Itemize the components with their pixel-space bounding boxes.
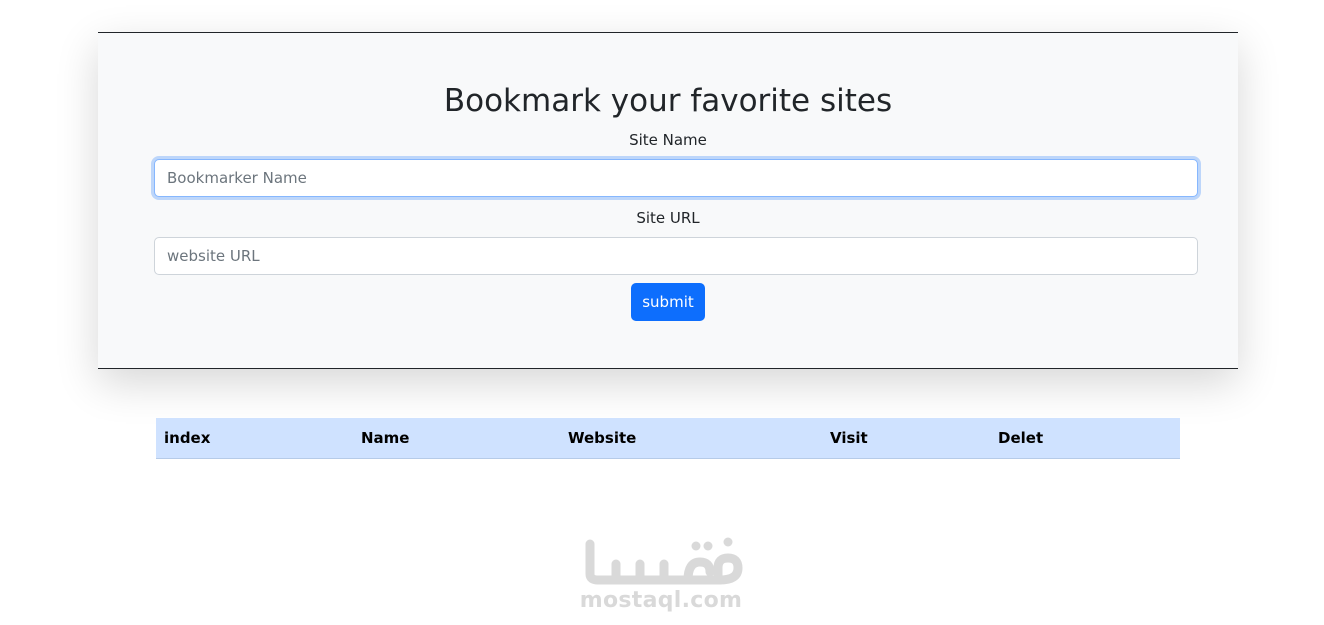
site-name-input[interactable] <box>154 159 1198 197</box>
site-url-input[interactable] <box>154 237 1198 275</box>
column-header-website: Website <box>560 418 822 459</box>
column-header-name: Name <box>353 418 560 459</box>
page-title: Bookmark your favorite sites <box>443 83 893 119</box>
table-header: index Name Website Visit Delet <box>156 418 1180 459</box>
column-header-visit: Visit <box>822 418 990 459</box>
table-header-row: index Name Website Visit Delet <box>156 418 1180 459</box>
mostaql-watermark-logo: mostaql.com <box>560 530 762 615</box>
site-url-label: Site URL <box>636 209 700 227</box>
site-name-label: Site Name <box>629 131 707 149</box>
column-header-delete: Delet <box>990 418 1180 459</box>
watermark-domain-text: mostaql.com <box>579 588 743 613</box>
mostaql-logo-icon <box>585 537 743 585</box>
bookmarks-table: index Name Website Visit Delet <box>156 418 1180 459</box>
submit-button[interactable]: submit <box>631 283 705 321</box>
bookmark-form-card: Bookmark your favorite sites Site Name S… <box>98 32 1238 369</box>
column-header-index: index <box>156 418 353 459</box>
